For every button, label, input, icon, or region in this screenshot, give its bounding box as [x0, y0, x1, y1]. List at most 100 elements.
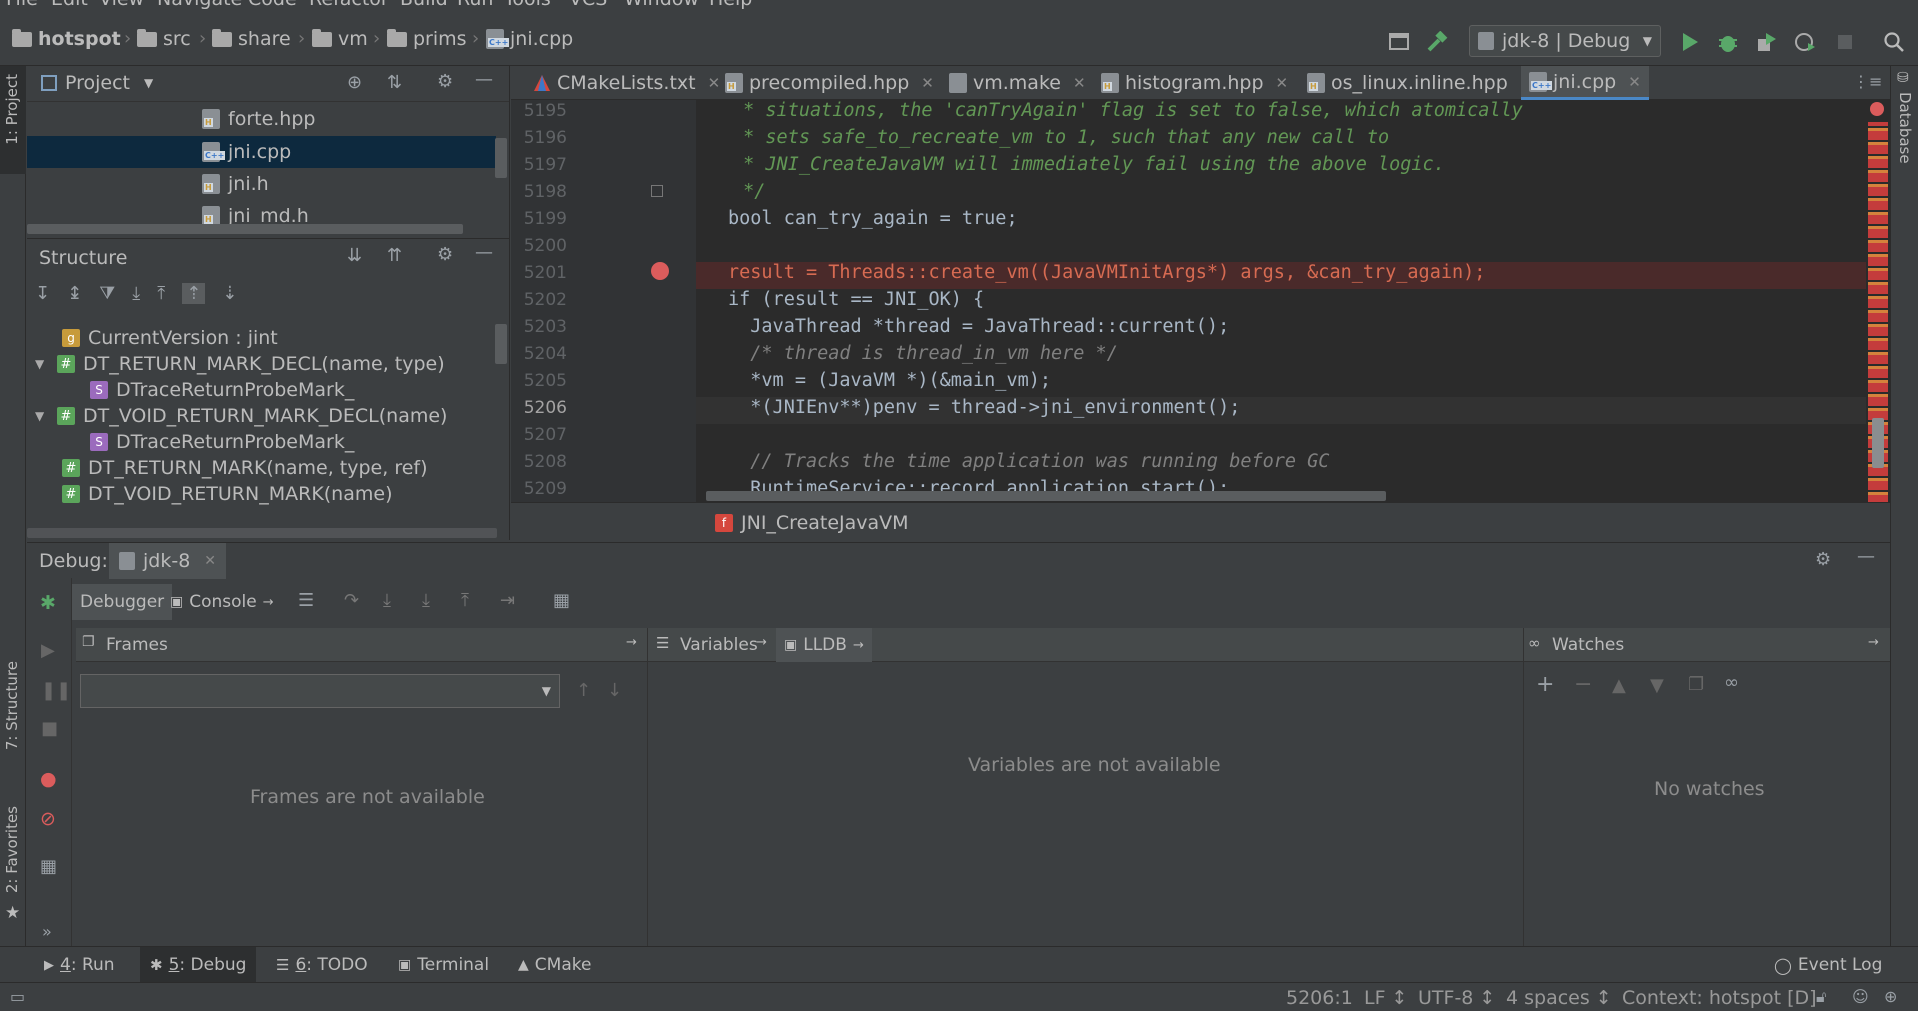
menu-help[interactable]: Help	[709, 0, 752, 10]
menu-view[interactable]: View	[99, 0, 144, 10]
file-encoding[interactable]: UTF-8 ↕	[1418, 987, 1495, 1009]
previous-frame-icon[interactable]: ↑	[576, 680, 591, 701]
menu-file[interactable]: File	[6, 0, 38, 10]
debug-session-tab[interactable]: jdk-8 ✕	[109, 543, 227, 579]
resume-icon[interactable]: ▶	[41, 640, 55, 661]
database-tool-tab[interactable]: ⛁ Database	[1891, 66, 1918, 176]
expanded-arrow-icon[interactable]: ▼	[35, 409, 49, 423]
tab-debugger[interactable]: Debugger	[72, 584, 173, 620]
tab-cmakelists[interactable]: CMakeLists.txt ✕	[525, 66, 728, 100]
expand-all-icon[interactable]: ⇊	[347, 245, 362, 266]
code-editor[interactable]: * situations, the 'canTryAgain' flag is …	[696, 100, 1866, 502]
stop-icon[interactable]	[1833, 30, 1857, 54]
minimize-icon[interactable]: —	[1857, 546, 1875, 567]
step-over-icon[interactable]: ↷	[344, 590, 359, 611]
tool-todo[interactable]: ☰ 6: TODO	[276, 955, 368, 975]
vertical-scrollbar[interactable]	[495, 138, 507, 178]
autoscroll-from-source-icon[interactable]: ⇣	[222, 283, 237, 304]
menu-code[interactable]: Code	[248, 0, 297, 10]
close-icon[interactable]: ✕	[1628, 73, 1641, 91]
collapse-all-icon[interactable]: ⇈	[387, 245, 402, 266]
tab-precompiled[interactable]: H precompiled.hpp ✕	[717, 66, 942, 100]
minimize-icon[interactable]: —	[475, 242, 493, 263]
run-icon[interactable]	[1678, 30, 1702, 54]
expanded-arrow-icon[interactable]: ▼	[35, 357, 49, 371]
breadcrumb-vm[interactable]: vm	[312, 28, 368, 50]
breadcrumb-prims[interactable]: prims	[387, 28, 467, 50]
line-separator[interactable]: LF ↕	[1364, 987, 1407, 1009]
sort-alpha-icon[interactable]: ↨	[67, 283, 82, 304]
tab-list-icon[interactable]: ⋮≡	[1853, 72, 1882, 91]
debug-bug-icon[interactable]	[1716, 30, 1740, 54]
pause-icon[interactable]: ❚❚	[41, 680, 71, 701]
breadcrumb-file[interactable]: C++ jni.cpp	[486, 28, 573, 50]
tree-item[interactable]: H jni.h	[202, 168, 269, 200]
inspector-icon[interactable]: ☺	[1852, 987, 1869, 1006]
horizontal-scrollbar[interactable]	[27, 528, 497, 538]
structure-item[interactable]: # DT_VOID_RETURN_MARK(name)	[62, 478, 392, 510]
stop-icon[interactable]: ■	[41, 718, 58, 739]
project-tool-tab[interactable]: 1: Project	[0, 66, 26, 174]
autoscroll-to-source-icon[interactable]: ⇡	[182, 283, 206, 304]
filter-icon[interactable]: ⧩	[99, 283, 115, 304]
vertical-scrollbar[interactable]	[1872, 418, 1884, 468]
step-out-icon[interactable]: ⤒	[461, 590, 469, 611]
glasses-icon[interactable]: ∞	[1724, 672, 1739, 693]
close-icon[interactable]: ✕	[204, 553, 216, 569]
breadcrumb-hotspot[interactable]: hotspot	[12, 28, 121, 50]
collapse-icon[interactable]: ⤒	[157, 283, 165, 304]
tab-variables[interactable]: Variables	[680, 635, 758, 655]
close-icon[interactable]: ✕	[1276, 74, 1289, 92]
pin-icon[interactable]: →	[626, 635, 637, 650]
tool-event-log[interactable]: ◯ Event Log	[1774, 955, 1882, 975]
vertical-scrollbar[interactable]	[495, 324, 507, 364]
debug-bug-icon[interactable]: ✱	[40, 592, 56, 614]
more-icon[interactable]: »	[42, 922, 52, 941]
favorites-tool-tab[interactable]: 2: Favorites ★	[0, 806, 26, 926]
remove-watch-icon[interactable]: −	[1574, 672, 1592, 697]
breadcrumb-src[interactable]: src	[137, 28, 191, 50]
layout-icon[interactable]: ▦	[40, 856, 57, 877]
tab-vm-make[interactable]: vm.make ✕	[941, 66, 1094, 100]
tab-jni-cpp[interactable]: C++ jni.cpp ✕	[1521, 66, 1649, 100]
notification-icon[interactable]: ⊕	[1884, 987, 1897, 1006]
tab-os-linux-inline[interactable]: H os_linux.inline.hpp✕	[1299, 66, 1540, 100]
minimize-icon[interactable]: —	[475, 69, 493, 90]
gear-icon[interactable]: ⚙	[437, 71, 453, 92]
sort-by-type-icon[interactable]: ↧	[35, 283, 50, 304]
search-icon[interactable]	[1882, 30, 1906, 54]
run-with-coverage-icon[interactable]	[1755, 30, 1779, 54]
expand-icon[interactable]: ⤓	[132, 283, 140, 304]
window-icon[interactable]	[1387, 30, 1411, 54]
collapse-all-icon[interactable]: ⇅	[387, 72, 402, 93]
next-frame-icon[interactable]: ↓	[607, 680, 622, 701]
menu-vcs[interactable]: VCS	[569, 0, 607, 10]
view-breakpoints-icon[interactable]: ●	[40, 768, 57, 790]
tab-lldb[interactable]: ▣ LLDB →	[776, 628, 872, 662]
indent-setting[interactable]: 4 spaces ↕	[1506, 987, 1612, 1009]
horizontal-scrollbar[interactable]	[27, 224, 463, 234]
breakpoint-icon[interactable]	[651, 262, 669, 280]
lock-icon[interactable]: 🔓︎	[1816, 987, 1826, 1007]
structure-tool-tab[interactable]: 7: Structure	[0, 661, 26, 779]
run-configuration-select[interactable]: jdk-8 | Debug ▼	[1469, 25, 1661, 57]
fold-icon[interactable]	[651, 185, 663, 197]
move-down-icon[interactable]: ▼	[1650, 675, 1664, 696]
pin-icon[interactable]: →	[1868, 635, 1879, 650]
add-watch-icon[interactable]: +	[1536, 672, 1554, 697]
function-breadcrumb[interactable]: f JNI_CreateJavaVM	[715, 512, 909, 534]
force-step-into-icon[interactable]: ⤓	[422, 590, 430, 611]
mute-breakpoints-icon[interactable]: ⊘	[40, 808, 56, 830]
copy-icon[interactable]: ❐	[1688, 674, 1704, 695]
evaluate-expression-icon[interactable]: ▦	[553, 590, 570, 611]
tool-debug[interactable]: ✱ 5: Debug	[140, 947, 257, 983]
menu-window[interactable]: Window	[624, 0, 699, 10]
menu-refactor[interactable]: Refactor	[309, 0, 389, 10]
menu-build[interactable]: Build	[400, 0, 448, 10]
pin-icon[interactable]: →	[756, 635, 767, 650]
gear-icon[interactable]: ⚙	[437, 244, 453, 265]
menu-tools[interactable]: Tools	[504, 0, 551, 10]
threads-icon[interactable]: ☰	[298, 590, 314, 611]
tab-console[interactable]: ▣ Console →	[170, 584, 274, 620]
tool-cmake[interactable]: ▲ CMake	[518, 955, 591, 975]
